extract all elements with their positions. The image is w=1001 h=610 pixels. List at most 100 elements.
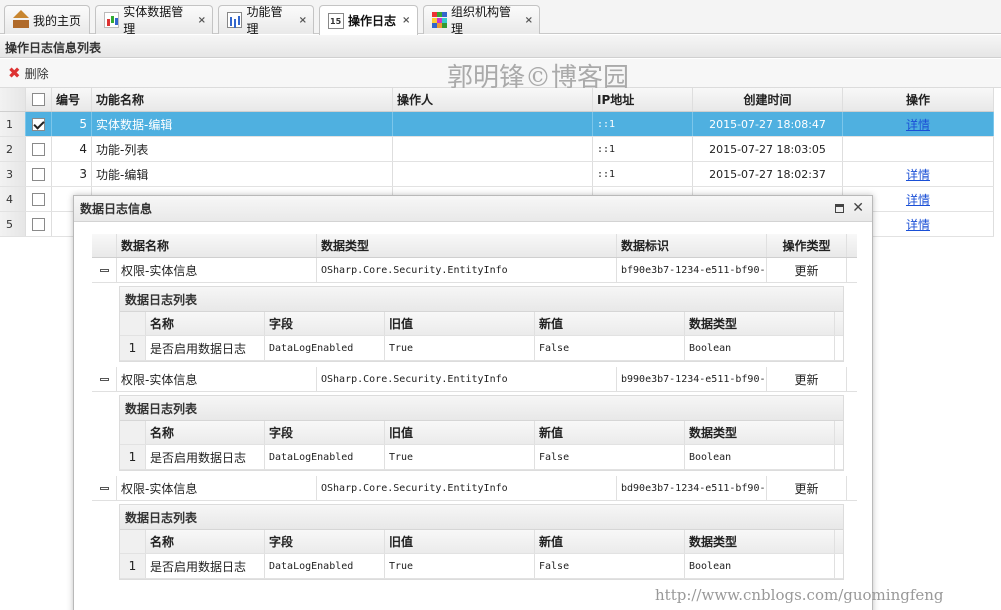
col-header-name[interactable]: 名称 bbox=[146, 312, 265, 335]
delete-button[interactable]: ✖ 删除 bbox=[8, 64, 49, 82]
tab-label: 我的主页 bbox=[33, 13, 82, 28]
detail-link[interactable]: 详情 bbox=[906, 191, 930, 208]
col-header-new[interactable]: 新值 bbox=[535, 312, 685, 335]
cell-action bbox=[843, 137, 994, 161]
col-header-time[interactable]: 创建时间 bbox=[693, 88, 843, 111]
close-icon[interactable]: ✕ bbox=[852, 201, 864, 215]
col-header-action: 操作 bbox=[843, 88, 994, 111]
col-header-dtype[interactable]: 数据类型 bbox=[685, 421, 835, 444]
detail-panel: 数据日志列表 名称 字段 旧值 新值 数据类型 1 是否启用数据日志 DataL… bbox=[119, 286, 844, 362]
row-number: 1 bbox=[120, 554, 146, 578]
cell-new: False bbox=[535, 554, 685, 578]
cell-name: 是否启用数据日志 bbox=[146, 445, 265, 469]
col-header-data-key[interactable]: 数据标识 bbox=[617, 234, 767, 257]
tab-label: 功能管理 bbox=[246, 5, 283, 36]
cell-name: 功能-列表 bbox=[92, 137, 393, 161]
row-checkbox-cell bbox=[26, 162, 52, 186]
cell-ip: ::1 bbox=[593, 137, 693, 161]
detail-row[interactable]: 1 是否启用数据日志 DataLogEnabled True False Boo… bbox=[120, 554, 843, 579]
col-header-ip[interactable]: IP地址 bbox=[593, 88, 693, 111]
data-log-detail: 数据日志列表 名称 字段 旧值 新值 数据类型 1 是否启用数据日志 DataL… bbox=[92, 283, 857, 367]
table-row[interactable]: 3 3 功能-编辑 ::1 2015-07-27 18:02:37 详情 bbox=[0, 162, 994, 187]
row-number: 2 bbox=[0, 137, 26, 161]
row-number-header bbox=[120, 421, 146, 444]
dialog-header[interactable]: 数据日志信息 ✕ bbox=[74, 196, 872, 222]
col-header-dtype[interactable]: 数据类型 bbox=[685, 530, 835, 553]
col-header-user[interactable]: 操作人 bbox=[393, 88, 593, 111]
col-header-id[interactable]: 编号 bbox=[52, 88, 92, 111]
cell-data-name: 权限-实体信息 bbox=[117, 476, 317, 500]
collapse-icon[interactable] bbox=[99, 377, 109, 381]
tab-operation-log[interactable]: 操作日志 × bbox=[319, 5, 418, 35]
cell-name: 实体数据-编辑 bbox=[92, 112, 393, 136]
expander-cell bbox=[92, 258, 117, 282]
col-header-new[interactable]: 新值 bbox=[535, 421, 685, 444]
cell-dtype: Boolean bbox=[685, 336, 835, 360]
detail-link[interactable]: 详情 bbox=[906, 116, 930, 133]
col-header-name[interactable]: 功能名称 bbox=[92, 88, 393, 111]
col-header-data-type[interactable]: 数据类型 bbox=[317, 234, 617, 257]
table-row[interactable]: 1 5 实体数据-编辑 ::1 2015-07-27 18:08:47 详情 bbox=[0, 112, 994, 137]
maximize-icon[interactable] bbox=[835, 204, 845, 213]
expander-cell bbox=[92, 476, 117, 500]
grid-icon bbox=[432, 12, 448, 28]
cell-dtype: Boolean bbox=[685, 445, 835, 469]
table-row[interactable]: 2 4 功能-列表 ::1 2015-07-27 18:03:05 bbox=[0, 137, 994, 162]
tab-organization[interactable]: 组织机构管理 × bbox=[423, 5, 540, 36]
col-header-new[interactable]: 新值 bbox=[535, 530, 685, 553]
col-header-data-name[interactable]: 数据名称 bbox=[117, 234, 317, 257]
close-icon[interactable]: × bbox=[299, 15, 307, 26]
col-header-dtype[interactable]: 数据类型 bbox=[685, 312, 835, 335]
data-log-row[interactable]: 权限-实体信息 OSharp.Core.Security.EntityInfo … bbox=[92, 367, 857, 392]
data-log-row[interactable]: 权限-实体信息 OSharp.Core.Security.EntityInfo … bbox=[92, 258, 857, 283]
cell-ip: ::1 bbox=[593, 162, 693, 186]
row-number: 1 bbox=[0, 112, 26, 136]
cell-data-key: bf90e3b7-1234-e511-bf90- bbox=[617, 258, 767, 282]
cell-data-type: OSharp.Core.Security.EntityInfo bbox=[317, 476, 617, 500]
col-header-name[interactable]: 名称 bbox=[146, 421, 265, 444]
tab-home[interactable]: 我的主页 bbox=[4, 5, 90, 34]
calendar-icon bbox=[328, 12, 344, 29]
collapse-icon[interactable] bbox=[99, 268, 109, 272]
row-checkbox[interactable] bbox=[32, 117, 45, 131]
cell-user bbox=[393, 112, 593, 136]
detail-row[interactable]: 1 是否启用数据日志 DataLogEnabled True False Boo… bbox=[120, 445, 843, 470]
cell-data-key: bd90e3b7-1234-e511-bf90- bbox=[617, 476, 767, 500]
detail-row[interactable]: 1 是否启用数据日志 DataLogEnabled True False Boo… bbox=[120, 336, 843, 361]
cell-data-name: 权限-实体信息 bbox=[117, 258, 317, 282]
close-icon[interactable]: × bbox=[402, 15, 410, 26]
select-all-checkbox[interactable] bbox=[32, 93, 45, 106]
detail-panel: 数据日志列表 名称 字段 旧值 新值 数据类型 1 是否启用数据日志 DataL… bbox=[119, 504, 844, 580]
close-icon[interactable]: × bbox=[198, 15, 206, 26]
close-icon[interactable]: × bbox=[525, 15, 533, 26]
detail-link[interactable]: 详情 bbox=[906, 166, 930, 183]
row-checkbox[interactable] bbox=[32, 217, 45, 231]
col-header-op-type[interactable]: 操作类型 bbox=[767, 234, 847, 257]
select-all-cell bbox=[26, 88, 52, 111]
tab-label: 操作日志 bbox=[348, 14, 397, 28]
detail-link[interactable]: 详情 bbox=[906, 216, 930, 233]
col-header-old[interactable]: 旧值 bbox=[385, 421, 535, 444]
cell-new: False bbox=[535, 445, 685, 469]
row-number: 3 bbox=[0, 162, 26, 186]
col-header-field[interactable]: 字段 bbox=[265, 530, 385, 553]
col-header-field[interactable]: 字段 bbox=[265, 421, 385, 444]
data-log-row[interactable]: 权限-实体信息 OSharp.Core.Security.EntityInfo … bbox=[92, 476, 857, 501]
row-checkbox[interactable] bbox=[32, 142, 45, 156]
col-header-old[interactable]: 旧值 bbox=[385, 312, 535, 335]
tab-function[interactable]: 功能管理 × bbox=[218, 5, 314, 36]
cell-id: 5 bbox=[52, 112, 92, 136]
data-log-detail: 数据日志列表 名称 字段 旧值 新值 数据类型 1 是否启用数据日志 DataL… bbox=[92, 501, 857, 585]
col-header-name[interactable]: 名称 bbox=[146, 530, 265, 553]
row-checkbox[interactable] bbox=[32, 167, 45, 181]
cell-time: 2015-07-27 18:02:37 bbox=[693, 162, 843, 186]
detail-title: 数据日志列表 bbox=[120, 396, 843, 421]
cell-action: 详情 bbox=[843, 162, 994, 186]
row-checkbox[interactable] bbox=[32, 192, 45, 206]
collapse-icon[interactable] bbox=[99, 486, 109, 490]
tab-entity-data[interactable]: 实体数据管理 × bbox=[95, 5, 213, 36]
row-number-header bbox=[0, 88, 26, 111]
row-number: 4 bbox=[0, 187, 26, 211]
col-header-field[interactable]: 字段 bbox=[265, 312, 385, 335]
col-header-old[interactable]: 旧值 bbox=[385, 530, 535, 553]
